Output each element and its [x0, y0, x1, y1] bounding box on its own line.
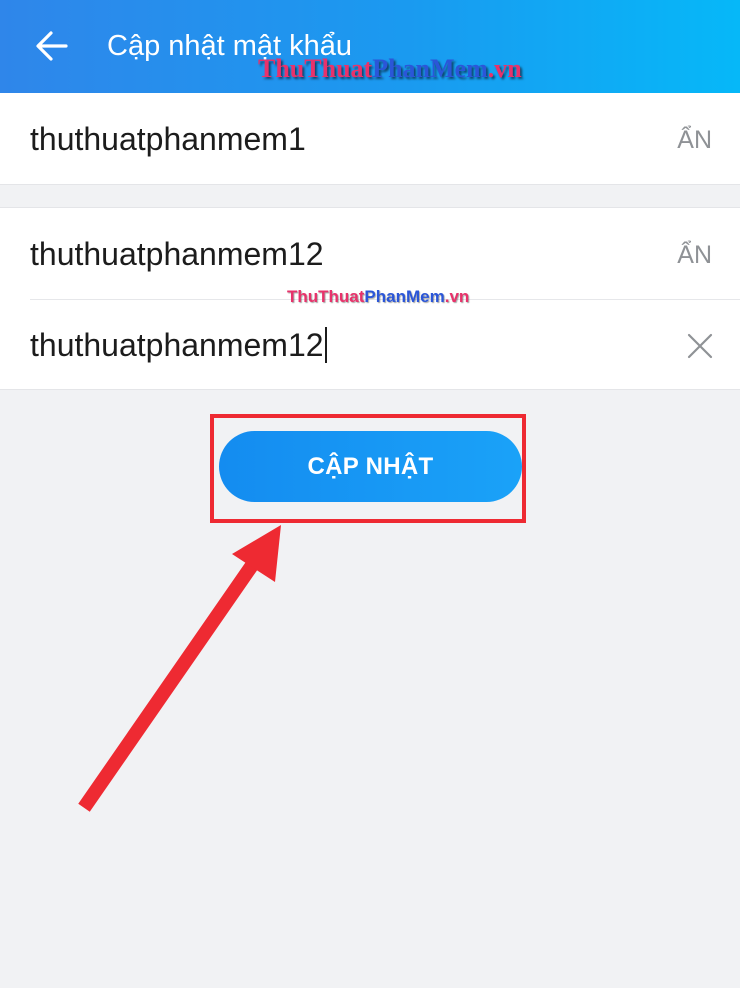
- current-password-field[interactable]: thuthuatphanmem1: [30, 119, 306, 159]
- app-header: Cập nhật mật khẩu ThuThuatPhanMem.vn: [0, 0, 740, 93]
- arrow-left-icon: [36, 31, 68, 61]
- current-password-card: thuthuatphanmem1 ẨN: [0, 93, 740, 185]
- text-cursor: [324, 327, 327, 363]
- close-icon: [687, 333, 713, 359]
- confirm-password-text: thuthuatphanmem12: [30, 327, 324, 363]
- watermark-part3: .vn: [487, 54, 522, 83]
- watermark-part2: PhanMem: [372, 54, 488, 83]
- current-password-row[interactable]: thuthuatphanmem1 ẨN: [0, 93, 740, 184]
- page-title: Cập nhật mật khẩu: [107, 30, 353, 62]
- confirm-password-field[interactable]: thuthuatphanmem12: [30, 325, 327, 365]
- update-button[interactable]: CẬP NHẬT: [219, 431, 522, 502]
- new-password-field[interactable]: thuthuatphanmem12: [30, 234, 324, 274]
- new-password-card: thuthuatphanmem12 ẨN thuthuatphanmem12: [0, 207, 740, 390]
- clear-button[interactable]: [686, 332, 714, 360]
- hide-new-password-toggle[interactable]: ẨN: [677, 238, 712, 272]
- confirm-password-row[interactable]: thuthuatphanmem12: [0, 300, 740, 391]
- hide-password-toggle[interactable]: ẨN: [677, 123, 712, 157]
- back-button[interactable]: [30, 24, 74, 68]
- new-password-row[interactable]: thuthuatphanmem12 ẨN: [0, 208, 740, 300]
